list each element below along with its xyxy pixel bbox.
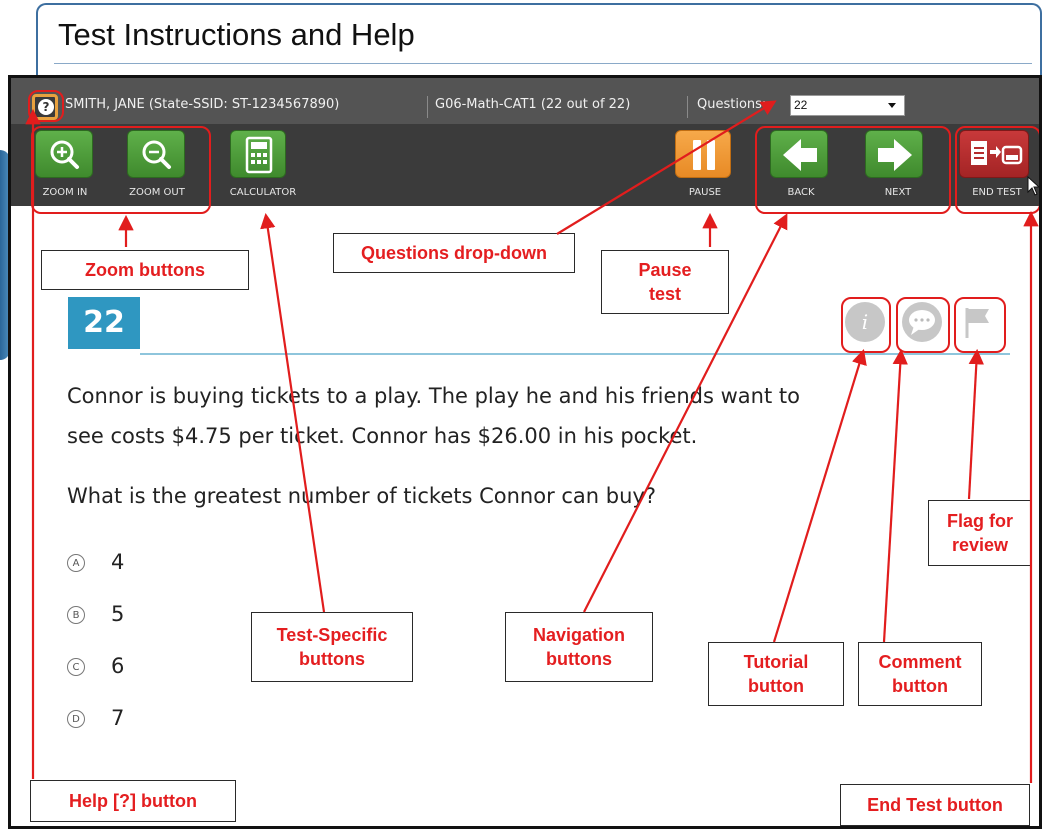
student-info: SMITH, JANE (State-SSID: ST-1234567890) [65, 97, 340, 112]
flag-highlight [954, 297, 1006, 353]
question-prompt: What is the greatest number of tickets C… [67, 484, 656, 508]
question-divider [140, 353, 1010, 355]
comment-highlight [896, 297, 950, 353]
callout-navigation-buttons: Navigation buttons [505, 612, 653, 682]
calculator-button[interactable] [230, 130, 286, 178]
callout-tutorial-button: Tutorial button [708, 642, 844, 706]
callout-comment-button: Comment button [858, 642, 982, 706]
answer-option[interactable]: D 7 [67, 706, 187, 734]
questions-dropdown[interactable]: 22 [790, 95, 905, 116]
questions-label: Questions: [697, 97, 767, 112]
chevron-down-icon [888, 103, 896, 108]
question-stem-line-2: see costs $4.75 per ticket. Connor has $… [67, 424, 698, 448]
callout-test-specific-buttons: Test-Specific buttons [251, 612, 413, 682]
calculator-icon [245, 136, 273, 174]
callout-flag-for-review: Flag for review [928, 500, 1032, 566]
topbar-divider [427, 96, 428, 118]
topbar-divider [687, 96, 688, 118]
answer-text: 4 [111, 550, 125, 574]
tutorial-highlight [841, 297, 891, 353]
callout-help-button: Help [?] button [30, 780, 236, 822]
question-number: 22 [68, 297, 140, 349]
questions-dropdown-value: 22 [794, 98, 808, 112]
help-highlight [28, 90, 64, 122]
pause-label: PAUSE [688, 187, 722, 198]
answer-text: 6 [111, 654, 125, 678]
callout-end-test-button: End Test button [840, 784, 1030, 826]
pause-icon [693, 140, 715, 170]
test-window: ? SMITH, JANE (State-SSID: ST-1234567890… [8, 75, 1042, 829]
callout-questions-dropdown: Questions drop-down [333, 233, 575, 273]
navigation-buttons-highlight [755, 126, 951, 214]
radio-d-icon: D [67, 710, 85, 728]
page-title: Test Instructions and Help [58, 17, 415, 52]
radio-a-icon: A [67, 554, 85, 572]
callout-pause-test: Pause test [601, 250, 729, 314]
end-test-highlight [955, 126, 1039, 214]
pause-button[interactable] [675, 130, 731, 178]
zoom-buttons-highlight [31, 126, 211, 214]
answer-option[interactable]: A 4 [67, 550, 187, 578]
callout-zoom-buttons: Zoom buttons [41, 250, 249, 290]
radio-b-icon: B [67, 606, 85, 624]
test-name: G06-Math-CAT1 (22 out of 22) [435, 97, 631, 112]
header-divider [54, 63, 1032, 64]
answer-text: 5 [111, 602, 125, 626]
test-top-bar: ? SMITH, JANE (State-SSID: ST-1234567890… [11, 78, 1039, 124]
question-stem-line-1: Connor is buying tickets to a play. The … [67, 384, 800, 408]
answer-text: 7 [111, 706, 125, 730]
header-panel: Test Instructions and Help [36, 3, 1042, 75]
calculator-label: CALCULATOR [229, 187, 297, 198]
answer-option[interactable]: B 5 [67, 602, 187, 630]
answer-option[interactable]: C 6 [67, 654, 187, 682]
radio-c-icon: C [67, 658, 85, 676]
